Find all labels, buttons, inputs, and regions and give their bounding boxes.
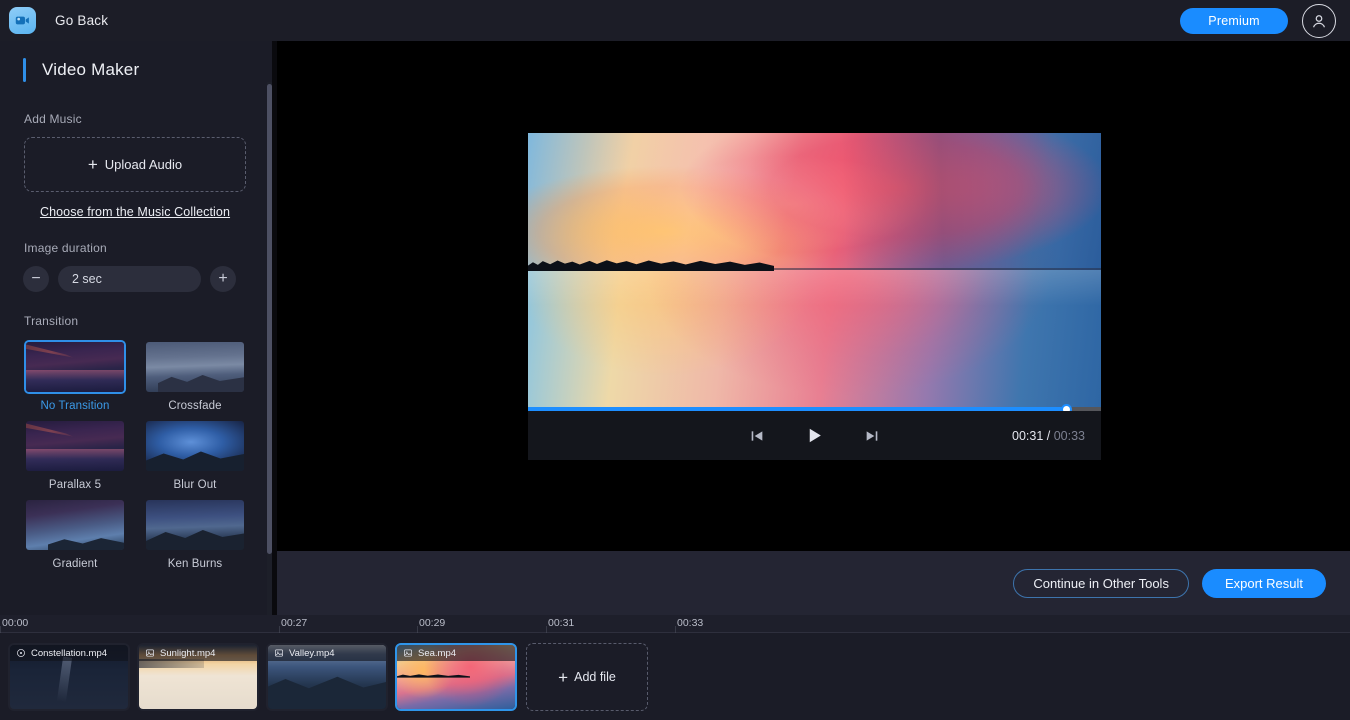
current-time: 00:31 [1012, 429, 1043, 443]
clip-header: Sunlight.mp4 [139, 645, 257, 661]
go-back-link[interactable]: Go Back [55, 13, 108, 28]
timeline-clip[interactable]: Constellation.mp4 [8, 643, 130, 711]
continue-in-other-tools-button[interactable]: Continue in Other Tools [1013, 569, 1189, 598]
skip-next-icon[interactable] [844, 428, 900, 444]
page-title: Video Maker [42, 60, 139, 80]
transition-option-label: No Transition [24, 400, 126, 412]
action-bar: Continue in Other Tools Export Result [277, 551, 1350, 615]
user-avatar-icon[interactable] [1302, 4, 1336, 38]
total-time: 00:33 [1054, 429, 1085, 443]
timeline-clip[interactable]: Valley.mp4 [266, 643, 388, 711]
panel-accent-bar [23, 58, 26, 82]
timeline-clip-list: Constellation.mp4 Sunlight.mp4 [0, 643, 648, 711]
clip-name: Sunlight.mp4 [160, 648, 215, 659]
panel-title-row: Video Maker [0, 57, 272, 83]
clip-name: Constellation.mp4 [31, 648, 107, 659]
transition-option-gradient[interactable]: Gradient [24, 498, 126, 570]
transition-thumbnail [144, 419, 246, 473]
transition-label: Transition [24, 314, 272, 328]
sidebar-scrollbar[interactable] [267, 82, 272, 620]
premium-button[interactable]: Premium [1180, 8, 1288, 34]
transition-thumbnail [24, 419, 126, 473]
timeline-panel: 00:00 00:27 00:29 00:31 00:33 Constella [0, 615, 1350, 720]
image-clip-icon [403, 648, 413, 658]
sidebar-scrollbar-thumb[interactable] [267, 84, 272, 554]
cloud-streak-layer [528, 133, 1101, 270]
add-music-label: Add Music [24, 112, 272, 126]
time-separator: / [1043, 429, 1053, 443]
top-bar-actions: Premium [1180, 4, 1336, 38]
transition-thumbnail [144, 498, 246, 552]
transition-thumbnail [24, 340, 126, 394]
transition-option-label: Gradient [24, 558, 126, 570]
player-controls: 00:31 / 00:33 [528, 411, 1101, 460]
image-duration-label: Image duration [24, 241, 272, 255]
transition-option-label: Blur Out [144, 479, 246, 491]
ruler-tick: 00:29 [419, 617, 445, 629]
transition-option-ken-burns[interactable]: Ken Burns [144, 498, 246, 570]
clip-name: Valley.mp4 [289, 648, 335, 659]
transition-grid: No Transition Crossfade Parallax 5 Blur … [24, 340, 252, 570]
clip-header: Sea.mp4 [397, 645, 515, 661]
timeline-ruler[interactable]: 00:00 00:27 00:29 00:31 00:33 [0, 615, 1350, 633]
upload-audio-label: Upload Audio [105, 157, 182, 172]
transition-option-label: Parallax 5 [24, 479, 126, 491]
upload-audio-button[interactable]: + Upload Audio [24, 137, 246, 192]
clip-header: Valley.mp4 [268, 645, 386, 661]
video-clip-icon [16, 648, 26, 658]
export-result-button[interactable]: Export Result [1202, 569, 1326, 598]
plus-icon: + [558, 669, 568, 686]
transition-option-label: Crossfade [144, 400, 246, 412]
image-clip-icon [145, 648, 155, 658]
duration-increment-plus-icon[interactable]: + [210, 266, 236, 292]
skip-previous-icon[interactable] [729, 428, 785, 444]
music-collection-link[interactable]: Choose from the Music Collection [0, 205, 270, 219]
ruler-tick: 00:31 [548, 617, 574, 629]
preview-area: 00:31 / 00:33 [277, 41, 1350, 551]
duration-decrement-minus-icon[interactable]: − [23, 266, 49, 292]
timeline-clip[interactable]: Sea.mp4 [395, 643, 517, 711]
image-duration-stepper: − + [23, 266, 272, 292]
app-logo-video-camera-icon[interactable] [9, 7, 36, 34]
ruler-tick: 00:33 [677, 617, 703, 629]
clip-header: Constellation.mp4 [10, 645, 128, 661]
sidebar-panel: Video Maker Add Music + Upload Audio Cho… [0, 41, 272, 620]
image-clip-icon [274, 648, 284, 658]
transition-option-crossfade[interactable]: Crossfade [144, 340, 246, 412]
transition-option-parallax-5[interactable]: Parallax 5 [24, 419, 126, 491]
duration-input[interactable] [58, 266, 201, 292]
video-maker-app: Go Back Premium Video Maker Add Music + … [0, 0, 1350, 720]
play-icon[interactable] [785, 426, 844, 445]
video-frame-sunset-over-water [528, 133, 1101, 407]
timeline-clip[interactable]: Sunlight.mp4 [137, 643, 259, 711]
transition-thumbnail [144, 340, 246, 394]
ruler-tick: 00:27 [281, 617, 307, 629]
add-file-button[interactable]: + Add file [526, 643, 648, 711]
transition-option-blur-out[interactable]: Blur Out [144, 419, 246, 491]
water-sheen-layer [528, 270, 1101, 407]
plus-icon: + [88, 156, 98, 173]
transition-option-no-transition[interactable]: No Transition [24, 340, 126, 412]
time-display: 00:31 / 00:33 [1012, 429, 1085, 443]
video-player: 00:31 / 00:33 [528, 133, 1101, 460]
top-bar: Go Back Premium [0, 0, 1350, 41]
transition-option-label: Ken Burns [144, 558, 246, 570]
add-file-label: Add file [574, 670, 616, 684]
clip-name: Sea.mp4 [418, 648, 456, 659]
transition-thumbnail [24, 498, 126, 552]
ruler-tick: 00:00 [2, 617, 28, 629]
